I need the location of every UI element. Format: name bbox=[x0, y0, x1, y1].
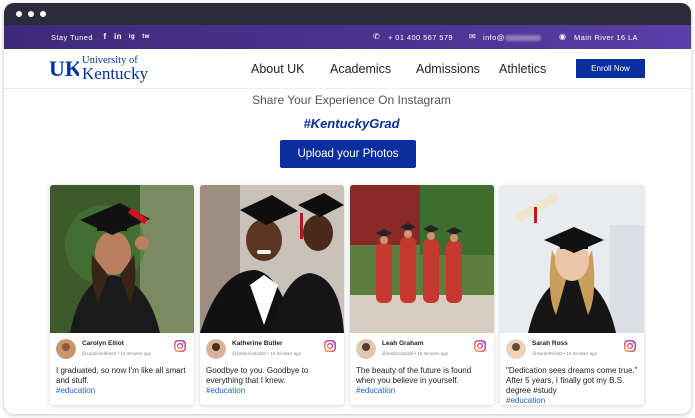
caption-text: Goodbye to you. Goodbye to everything th… bbox=[206, 366, 309, 385]
hashtag-link[interactable]: #education bbox=[356, 386, 490, 396]
instagram-post-card[interactable]: Leah Graham @leahGrahamll • 15 minutes a… bbox=[350, 185, 494, 405]
username[interactable]: Leah Graham bbox=[382, 340, 424, 347]
user-meta: @katherinebutler • 15 minutes ago bbox=[232, 351, 302, 356]
instagram-icon[interactable] bbox=[624, 340, 636, 352]
phone-icon: ✆ bbox=[373, 32, 381, 41]
instagram-post-card[interactable]: Sarah Ross @SarahRossO • 15 minutes ago … bbox=[500, 185, 644, 405]
user-meta: @leahGrahamll • 15 minutes ago bbox=[382, 351, 449, 356]
user-avatar[interactable] bbox=[506, 339, 526, 359]
mail-icon: ✉ bbox=[469, 32, 477, 41]
nav-link-academics[interactable]: Academics bbox=[330, 62, 391, 76]
hashtag-title: #KentuckyGrad bbox=[303, 116, 400, 131]
instagram-icon[interactable]: ig bbox=[126, 31, 138, 43]
nav-link-about[interactable]: About UK bbox=[251, 62, 305, 76]
email-address[interactable]: info@ bbox=[483, 33, 541, 42]
instagram-icon[interactable] bbox=[474, 340, 486, 352]
post-photo bbox=[50, 185, 194, 333]
post-photo bbox=[500, 185, 644, 333]
nav-link-admissions[interactable]: Admissions bbox=[416, 62, 480, 76]
upload-photos-button[interactable]: Upload your Photos bbox=[280, 140, 416, 168]
window-dot-icon[interactable] bbox=[28, 11, 34, 17]
user-avatar[interactable] bbox=[56, 339, 76, 359]
share-heading: Share Your Experience On Instagram bbox=[252, 93, 451, 107]
window-titlebar bbox=[4, 3, 691, 25]
enroll-now-button[interactable]: Enroll Now bbox=[576, 59, 645, 78]
username[interactable]: Sarah Ross bbox=[532, 340, 568, 347]
window-dot-icon[interactable] bbox=[40, 11, 46, 17]
hashtag-link[interactable]: #education bbox=[56, 386, 190, 396]
phone-number[interactable]: + 01 400 567 579 bbox=[388, 33, 453, 42]
logo-line-kentucky: Kentucky bbox=[82, 64, 149, 83]
username[interactable]: Katherine Butler bbox=[232, 340, 283, 347]
hashtag-link[interactable]: #education bbox=[506, 396, 640, 405]
username[interactable]: Carolyn Elliot bbox=[82, 340, 124, 347]
caption-text: I graduated, so now I'm like all smart a… bbox=[56, 366, 186, 385]
twitter-icon[interactable]: tw bbox=[140, 31, 152, 43]
main-nav: UK University of Kentucky About UK Acade… bbox=[4, 49, 691, 89]
window-dot-icon[interactable] bbox=[16, 11, 22, 17]
post-photo bbox=[200, 185, 344, 333]
location-pin-icon: ◉ bbox=[559, 32, 567, 41]
post-photo bbox=[350, 185, 494, 333]
instagram-post-card[interactable]: Carolyn Elliot @carolinedlkstch • 15 min… bbox=[50, 185, 194, 405]
instagram-icon[interactable] bbox=[174, 340, 186, 352]
email-text: info@ bbox=[483, 33, 505, 42]
caption-text: The beauty of the future is found when y… bbox=[356, 366, 472, 385]
linkedin-icon[interactable]: in bbox=[112, 31, 124, 43]
email-blurred bbox=[504, 35, 541, 42]
hashtag-link[interactable]: #education bbox=[206, 386, 340, 396]
caption-text: "Dedication sees dreams come true." Afte… bbox=[506, 366, 638, 395]
post-caption: Goodbye to you. Goodbye to everything th… bbox=[206, 366, 340, 396]
address-text: Main River 16 LA bbox=[574, 33, 638, 42]
top-info-bar: Stay Tuned f in ig tw ✆ + 01 400 567 579… bbox=[4, 25, 691, 49]
user-meta: @SarahRossO • 15 minutes ago bbox=[532, 351, 598, 356]
stay-tuned-label: Stay Tuned bbox=[51, 33, 93, 42]
uk-logo-icon[interactable]: UK bbox=[49, 57, 79, 79]
user-meta: @carolinedlkstch • 15 minutes ago bbox=[82, 351, 152, 356]
user-avatar[interactable] bbox=[206, 339, 226, 359]
nav-link-athletics[interactable]: Athletics bbox=[499, 62, 546, 76]
facebook-icon[interactable]: f bbox=[99, 31, 111, 43]
instagram-post-card[interactable]: Katherine Butler @katherinebutler • 15 m… bbox=[200, 185, 344, 405]
svg-text:UK: UK bbox=[49, 57, 79, 79]
post-caption: I graduated, so now I'm like all smart a… bbox=[56, 366, 190, 396]
post-caption: "Dedication sees dreams come true." Afte… bbox=[506, 366, 640, 405]
browser-window: Stay Tuned f in ig tw ✆ + 01 400 567 579… bbox=[4, 3, 691, 414]
user-avatar[interactable] bbox=[356, 339, 376, 359]
post-caption: The beauty of the future is found when y… bbox=[356, 366, 490, 396]
instagram-icon[interactable] bbox=[324, 340, 336, 352]
